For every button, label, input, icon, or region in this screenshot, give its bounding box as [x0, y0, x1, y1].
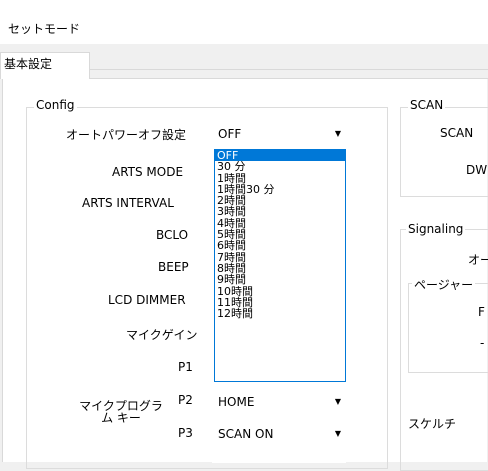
- config-legend: Config: [34, 98, 77, 112]
- bclo-label: BCLO: [156, 228, 189, 242]
- p3-combo[interactable]: SCAN ON ▼: [212, 424, 346, 444]
- next-combo-partial[interactable]: [212, 455, 346, 463]
- chevron-down-icon[interactable]: ▼: [335, 397, 341, 406]
- signaling-legend: Signaling: [406, 222, 466, 236]
- pager-label-f: F: [478, 305, 485, 319]
- dropdown-option[interactable]: 12時間: [215, 308, 345, 319]
- title-bar: セットモード: [0, 0, 488, 44]
- p2-value: HOME: [218, 395, 255, 409]
- dropdown-option[interactable]: 30 分: [215, 161, 345, 172]
- p3-label: P3: [178, 426, 193, 440]
- p2-label: P2: [178, 393, 193, 407]
- p3-value: SCAN ON: [218, 427, 274, 441]
- auto-power-off-dropdown[interactable]: OFF 30 分 1時間 1時間30 分 2時間 3時間 4時間 5時間 6時間…: [214, 149, 346, 382]
- pager-label-dash: -: [480, 336, 485, 350]
- tab-basic-settings[interactable]: 基本設定: [0, 52, 90, 79]
- window-title: セットモード: [8, 22, 81, 36]
- p2-combo[interactable]: HOME ▼: [212, 392, 346, 412]
- auto-power-off-label: オートパワーオフ設定: [66, 128, 187, 142]
- chevron-down-icon[interactable]: ▼: [335, 129, 341, 138]
- dropdown-option[interactable]: 9時間: [215, 274, 345, 285]
- scan-label: SCAN: [440, 126, 474, 140]
- auto-power-off-combo[interactable]: OFF ▼: [212, 124, 346, 144]
- pager-group: [408, 283, 488, 373]
- dw-label: DW: [466, 163, 488, 177]
- mic-gain-label: マイクゲイン: [126, 328, 198, 342]
- p1-label: P1: [178, 360, 193, 374]
- signaling-label-1: オー: [468, 253, 488, 267]
- mic-program-key-label: マイクプログラム キー: [79, 399, 163, 425]
- squelch-label: スケルチ: [408, 417, 457, 431]
- chevron-down-icon[interactable]: ▼: [335, 429, 341, 438]
- auto-power-off-value: OFF: [218, 127, 242, 141]
- arts-interval-label: ARTS INTERVAL: [82, 196, 174, 210]
- scan-legend: SCAN: [408, 98, 446, 112]
- scan-group: [400, 107, 488, 197]
- dropdown-option[interactable]: 6時間: [215, 240, 345, 251]
- beep-label: BEEP: [158, 260, 189, 274]
- arts-mode-label: ARTS MODE: [112, 165, 184, 179]
- pager-legend: ページャー: [412, 276, 476, 293]
- lcd-dimmer-label: LCD DIMMER: [108, 293, 186, 307]
